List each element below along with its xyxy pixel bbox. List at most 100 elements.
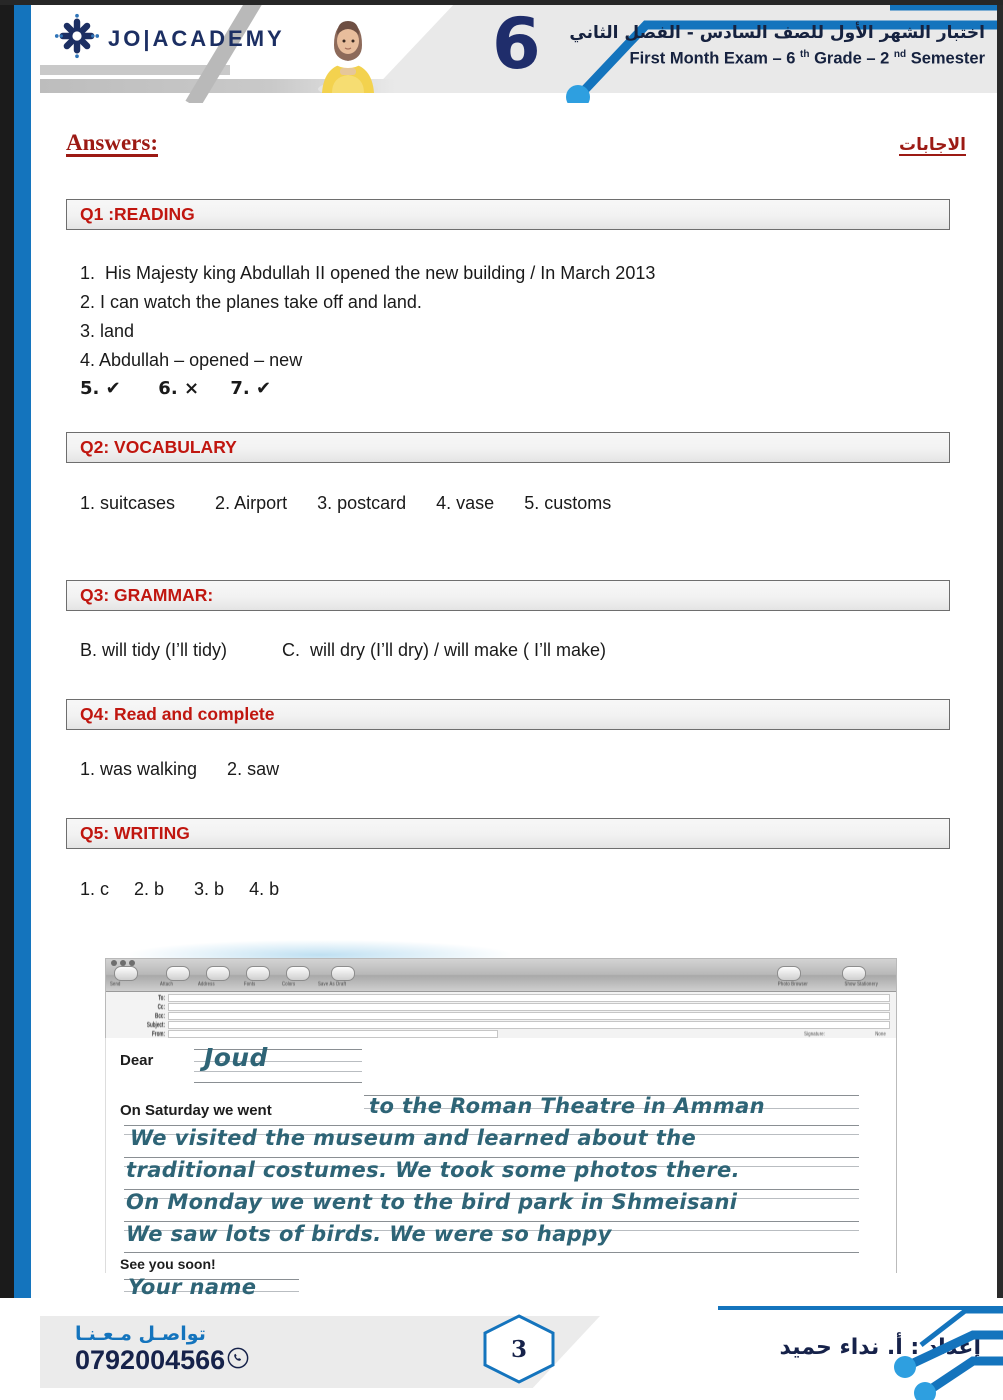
toolbar-label-colors: Colors [282,980,296,987]
exam-title-block: اختبار الشهر الأول للصف السادس - الفصل ا… [565,22,985,68]
section-title-q3: Q3: GRAMMAR: [80,585,214,605]
joacademy-star-icon [54,13,100,64]
letter-signoff-handwritten: Your name [128,1275,257,1299]
toolbar-label-save-draft: Save As Draft [318,980,347,987]
email-field-bcc-input[interactable] [168,1011,890,1020]
section-title-q4: Q4: Read and complete [80,704,275,724]
email-field-subject-input[interactable] [168,1020,890,1029]
email-field-cc-input[interactable] [168,1002,890,1011]
exam-title-en-part3: Semester [906,49,985,68]
footer-contact-label-arabic: تواصـل مـعـنـا [75,1323,206,1345]
send-icon[interactable] [114,966,138,981]
address-book-icon[interactable] [206,966,230,981]
answers-heading-row: Answers: الاجابات [66,130,966,156]
page-right-dark-rail [997,0,1003,1400]
letter-salutation-handwritten: Joud [204,1043,268,1072]
toolbar-label-send: Send [110,980,121,987]
email-field-cc: Cc: [106,1002,896,1011]
email-field-subject: Subject: [106,1020,896,1029]
exam-title-en-sup1: th [800,48,810,60]
email-field-from-select[interactable] [168,1029,498,1038]
footer-page-hexagon: 3 [481,1314,557,1384]
page-header: JO|ACADEMY 6 اختبار الشهر الأول للصف الس… [40,5,997,103]
exam-title-english: First Month Exam – 6 th Grade – 2 nd Sem… [565,48,986,69]
section-header-q4: Q4: Read and complete [66,699,950,730]
email-field-bcc-label: Bcc: [155,1011,165,1020]
brand-name: JO|ACADEMY [108,25,285,51]
answer-q1-line-3: 3. land [80,321,135,341]
answer-q1-line-5: 5. ✔ 6. × 7. ✔ [80,378,272,399]
exam-title-arabic: اختبار الشهر الأول للصف السادس - الفصل ا… [569,23,985,43]
exam-title-en-part2: Grade – 2 [809,49,894,68]
section-header-q1: Q1 :READING [66,199,950,230]
letter-line1-handwritten: to the Roman Theatre in Amman [369,1094,766,1118]
page-left-white-gap [31,0,40,1400]
answer-q2-line-1: 1. suitcases 2. Airport 3. postcard 4. v… [80,493,612,513]
fonts-icon[interactable] [246,966,270,981]
email-field-to: To: [106,993,896,1002]
email-field-bcc: Bcc: [106,1011,896,1020]
page-left-blue-rail [14,0,31,1400]
email-signature-label: Signature: [804,1030,826,1037]
email-field-subject-label: Subject: [146,1020,165,1029]
exam-title-en-part1: First Month Exam – 6 [629,49,801,68]
email-compose-window: Send Attach Address Fonts Colors Save As… [105,958,897,1040]
toolbar-label-fonts: Fonts [244,980,256,987]
answer-q1-line-4: 4. Abdullah – opened – new [80,350,303,370]
email-letter-body: Dear Joud On Saturday we went to the Rom… [105,1038,897,1307]
section-header-q3: Q3: GRAMMAR: [66,580,950,611]
toolbar-label-photo-browser: Photo Browser [777,980,808,987]
letter-line4-handwritten: On Monday we went to the bird park in Sh… [126,1190,738,1214]
whatsapp-icon [227,1345,249,1376]
email-field-to-label: To: [158,993,165,1002]
grade-number-badge: 6 [492,5,541,85]
photo-browser-icon[interactable] [777,966,801,981]
section-title-q5: Q5: WRITING [80,823,190,843]
email-letter-screenshot: Send Attach Address Fonts Colors Save As… [75,940,905,1307]
toolbar-label-address: Address [198,980,215,987]
footer-page-number: 3 [510,1335,527,1363]
toolbar-label-attach: Attach [160,980,174,987]
email-header-fields: To: Cc: Bcc: Subject: From: Signature: N… [106,992,896,1038]
answer-q1-line-1: 1. His Majesty king Abdullah II opened t… [80,263,656,283]
toolbar-label-show-stationery: Show Stationery [844,980,878,987]
brand-logo: JO|ACADEMY [54,13,285,64]
letter-line1-printed: On Saturday we went [120,1102,272,1119]
footer-phone-number[interactable]: 0792004566 [75,1345,249,1376]
email-toolbar: Send Attach Address Fonts Colors Save As… [106,959,896,992]
email-field-cc-label: Cc: [157,1002,165,1011]
answer-q4-line-1: 1. was walking 2. saw [80,759,280,779]
footer-contact-block: تواصـل مـعـنـا 0792004566 [75,1323,249,1376]
section-header-q2: Q2: VOCABULARY [66,432,950,463]
teacher-avatar [312,11,384,96]
exam-answer-sheet-page: JO|ACADEMY 6 اختبار الشهر الأول للصف الس… [0,0,1003,1400]
answers-label-arabic: الاجابات [899,135,966,155]
section-title-q2: Q2: VOCABULARY [80,437,237,457]
email-field-to-input[interactable] [168,993,890,1002]
page-left-dark-rail [0,0,14,1400]
email-signature-value: None [875,1030,886,1037]
paperclip-icon[interactable] [166,966,190,981]
email-field-from-label: From: [151,1029,165,1038]
letter-salutation-printed: Dear [120,1052,154,1069]
draft-icon[interactable] [331,966,355,981]
stationery-icon[interactable] [842,966,866,981]
answer-q5-line-1: 1. c 2. b 3. b 4. b [80,879,280,899]
answers-content: Answers: الاجابات Q1 :READING 1. His Maj… [40,103,997,1307]
letter-rule-6b [124,1252,859,1253]
answer-q1-line-2: 2. I can watch the planes take off and l… [80,292,422,312]
email-field-from: From: Signature: None [106,1029,896,1038]
letter-line3-handwritten: traditional costumes. We took some photo… [126,1158,740,1182]
letter-line5-handwritten: We saw lots of birds. We were so happy [126,1222,612,1246]
section-title-q1: Q1 :READING [80,204,195,224]
letter-rule-1d [194,1082,362,1083]
letter-closing-printed: See you soon! [120,1256,216,1272]
footer-phone-text: 0792004566 [75,1345,226,1375]
exam-title-en-sup2: nd [893,48,907,60]
page-footer: تواصـل مـعـنـا 0792004566 3 إعداد : أ. ن… [0,1298,1003,1400]
answer-q3-line-1: B. will tidy (I’ll tidy) C. will dry (I’… [80,640,607,660]
section-header-q5: Q5: WRITING [66,818,950,849]
footer-blue-swoosh [673,1305,1003,1400]
colors-icon[interactable] [286,966,310,981]
letter-line2-handwritten: We visited the museum and learned about … [130,1126,697,1150]
